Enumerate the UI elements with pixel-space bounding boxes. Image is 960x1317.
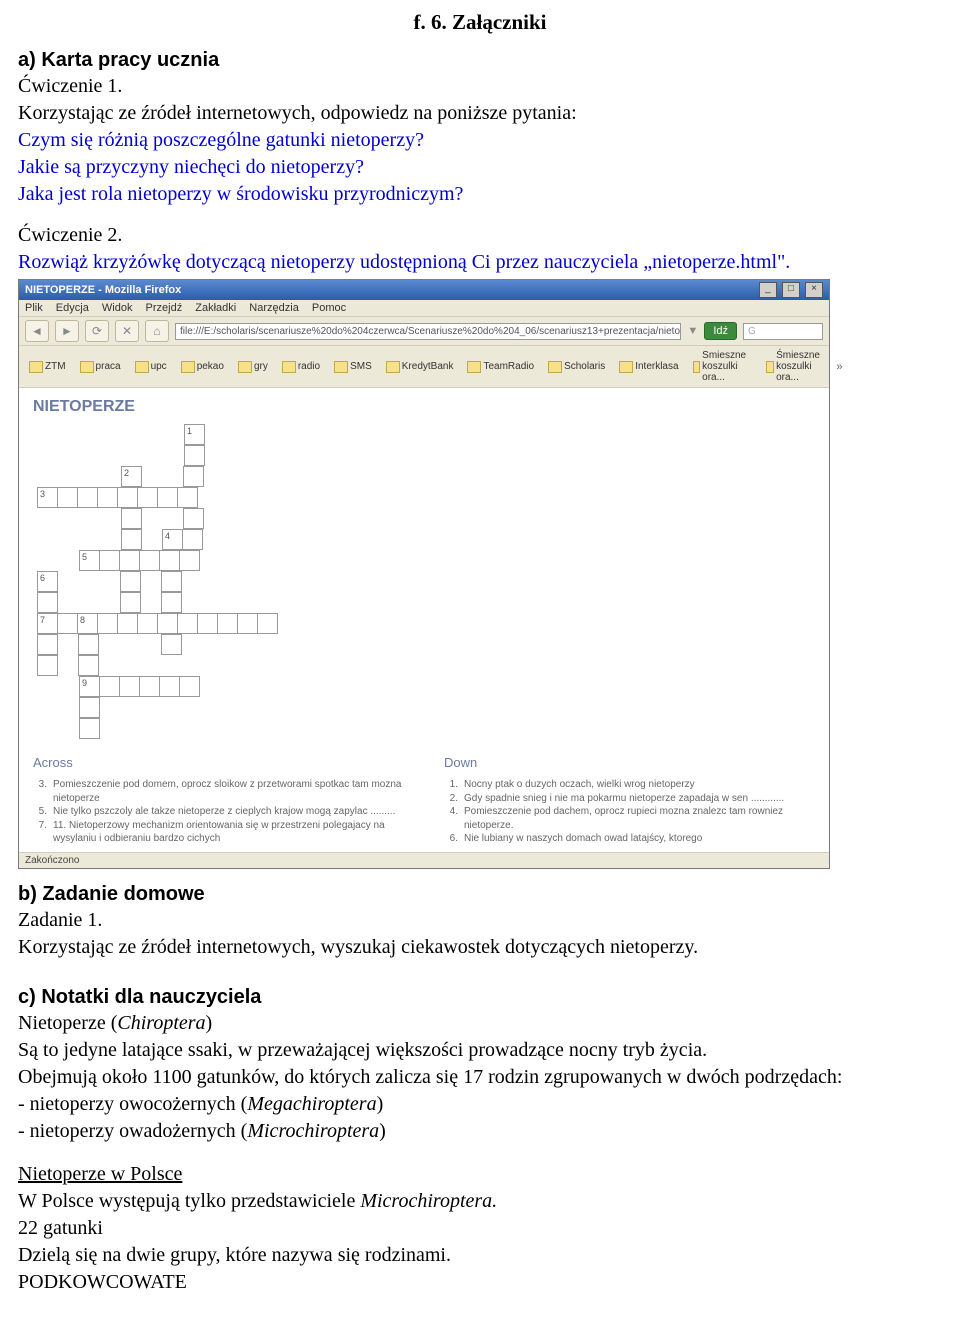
url-bar[interactable]: file:///E:/scholaris/scenariusze%20do%20…: [175, 323, 681, 340]
bookmark[interactable]: Interklasa: [615, 360, 682, 374]
question-3: Jaka jest rola nietoperzy w środowisku p…: [18, 182, 942, 207]
close-button[interactable]: ×: [805, 282, 823, 298]
clue-down: 6.Nie lubiany w naszych domach owad lata…: [444, 832, 815, 846]
menu-go[interactable]: Przejdź: [146, 302, 183, 314]
back-button[interactable]: ◄: [25, 320, 49, 342]
homework-label: Zadanie 1.: [18, 908, 942, 933]
forward-button[interactable]: ►: [55, 320, 79, 342]
crossword-title: NIETOPERZE: [33, 398, 815, 416]
across-heading: Across: [33, 755, 404, 770]
homework-text: Korzystając ze źródeł internetowych, wys…: [18, 935, 942, 960]
menu-help[interactable]: Pomoc: [312, 302, 346, 314]
notes-line: - nietoperzy owadożernych (Microchiropte…: [18, 1119, 942, 1144]
bookmark[interactable]: Smieszne koszulki ora...: [689, 349, 757, 384]
bookmark[interactable]: upc: [131, 360, 171, 374]
browser-window: NIETOPERZE - Mozilla Firefox _ □ × Plik …: [18, 279, 830, 869]
clue-across: 7.11. Nietoperzowy mechanizm orientowani…: [33, 819, 404, 846]
page-title: f. 6. Załączniki: [18, 10, 942, 35]
down-heading: Down: [444, 755, 815, 770]
clue-across: 5.Nie tylko pszczoly ale takze nietoperz…: [33, 805, 404, 819]
question-2: Jakie są przyczyny niechęci do nietoperz…: [18, 155, 942, 180]
go-button[interactable]: Idź: [704, 322, 737, 340]
browser-navbar: ◄ ► ⟳ ✕ ⌂ file:///E:/scholaris/scenarius…: [19, 317, 829, 346]
window-controls: _ □ ×: [757, 282, 823, 298]
question-1: Czym się różnią poszczególne gatunki nie…: [18, 128, 942, 153]
menu-file[interactable]: Plik: [25, 302, 43, 314]
notes-line: PODKOWCOWATE: [18, 1270, 942, 1295]
exercise-2-text: Rozwiąż krzyżówkę dotyczącą nietoperzy u…: [18, 250, 942, 275]
bookmarks-bar: ZTM praca upc pekao gry radio SMS Kredyt…: [19, 346, 829, 388]
bookmark[interactable]: radio: [278, 360, 324, 374]
menu-tools[interactable]: Narzędzia: [249, 302, 299, 314]
clue-down: 1.Nocny ptak o duzych oczach, wielki wro…: [444, 778, 815, 792]
bookmark[interactable]: TeamRadio: [463, 360, 538, 374]
notes-line: Dzielą się na dwie grupy, które nazywa s…: [18, 1243, 942, 1268]
notes-line: W Polsce występują tylko przedstawiciele…: [18, 1189, 942, 1214]
browser-menubar: Plik Edycja Widok Przejdź Zakładki Narzę…: [19, 300, 829, 317]
crossword-grid[interactable]: 1 2 3: [37, 424, 815, 739]
minimize-button[interactable]: _: [759, 282, 777, 298]
maximize-button[interactable]: □: [782, 282, 800, 298]
home-button[interactable]: ⌂: [145, 320, 169, 342]
notes-subheading: Nietoperze w Polsce: [18, 1162, 942, 1187]
browser-titlebar: NIETOPERZE - Mozilla Firefox _ □ ×: [19, 280, 829, 300]
menu-bookmarks[interactable]: Zakładki: [195, 302, 236, 314]
section-a-heading: a) Karta pracy ucznia: [18, 49, 942, 72]
search-box[interactable]: G: [743, 323, 823, 340]
menu-view[interactable]: Widok: [102, 302, 133, 314]
clue-down: 4.Pomieszczenie pod dachem, oprocz rupie…: [444, 805, 815, 832]
section-c-heading: c) Notatki dla nauczyciela: [18, 986, 942, 1009]
menu-edit[interactable]: Edycja: [56, 302, 89, 314]
bookmark[interactable]: SMS: [330, 360, 376, 374]
bookmark[interactable]: gry: [234, 360, 272, 374]
notes-line: 22 gatunki: [18, 1216, 942, 1241]
exercise-1-intro: Korzystając ze źródeł internetowych, odp…: [18, 101, 942, 126]
clue-down: 2.Gdy spadnie snieg i nie ma pokarmu nie…: [444, 792, 815, 806]
bookmark[interactable]: ZTM: [25, 360, 70, 374]
section-b-heading: b) Zadanie domowe: [18, 883, 942, 906]
exercise-1-label: Ćwiczenie 1.: [18, 74, 942, 99]
browser-window-title: NIETOPERZE - Mozilla Firefox: [25, 284, 181, 296]
browser-content: NIETOPERZE 1 2 3: [19, 388, 829, 852]
browser-statusbar: Zakończono: [19, 852, 829, 868]
bookmark[interactable]: pekao: [177, 360, 228, 374]
clue-across: 3.Pomieszczenie pod domem, oprocz sloiko…: [33, 778, 404, 805]
notes-line: Nietoperze (Chiroptera): [18, 1011, 942, 1036]
stop-button[interactable]: ✕: [115, 320, 139, 342]
notes-line: Obejmują około 1100 gatunków, do których…: [18, 1065, 942, 1090]
bookmark[interactable]: praca: [76, 360, 125, 374]
clue-columns: Across 3.Pomieszczenie pod domem, oprocz…: [33, 755, 815, 846]
exercise-2-label: Ćwiczenie 2.: [18, 223, 942, 248]
bookmark[interactable]: Śmieszne koszulki ora...: [762, 349, 830, 384]
bookmarks-overflow[interactable]: »: [836, 361, 842, 373]
bookmark[interactable]: Scholaris: [544, 360, 609, 374]
bookmark[interactable]: KredytBank: [382, 360, 458, 374]
reload-button[interactable]: ⟳: [85, 320, 109, 342]
notes-line: - nietoperzy owocożernych (Megachiropter…: [18, 1092, 942, 1117]
notes-line: Są to jedyne latające ssaki, w przeważaj…: [18, 1038, 942, 1063]
